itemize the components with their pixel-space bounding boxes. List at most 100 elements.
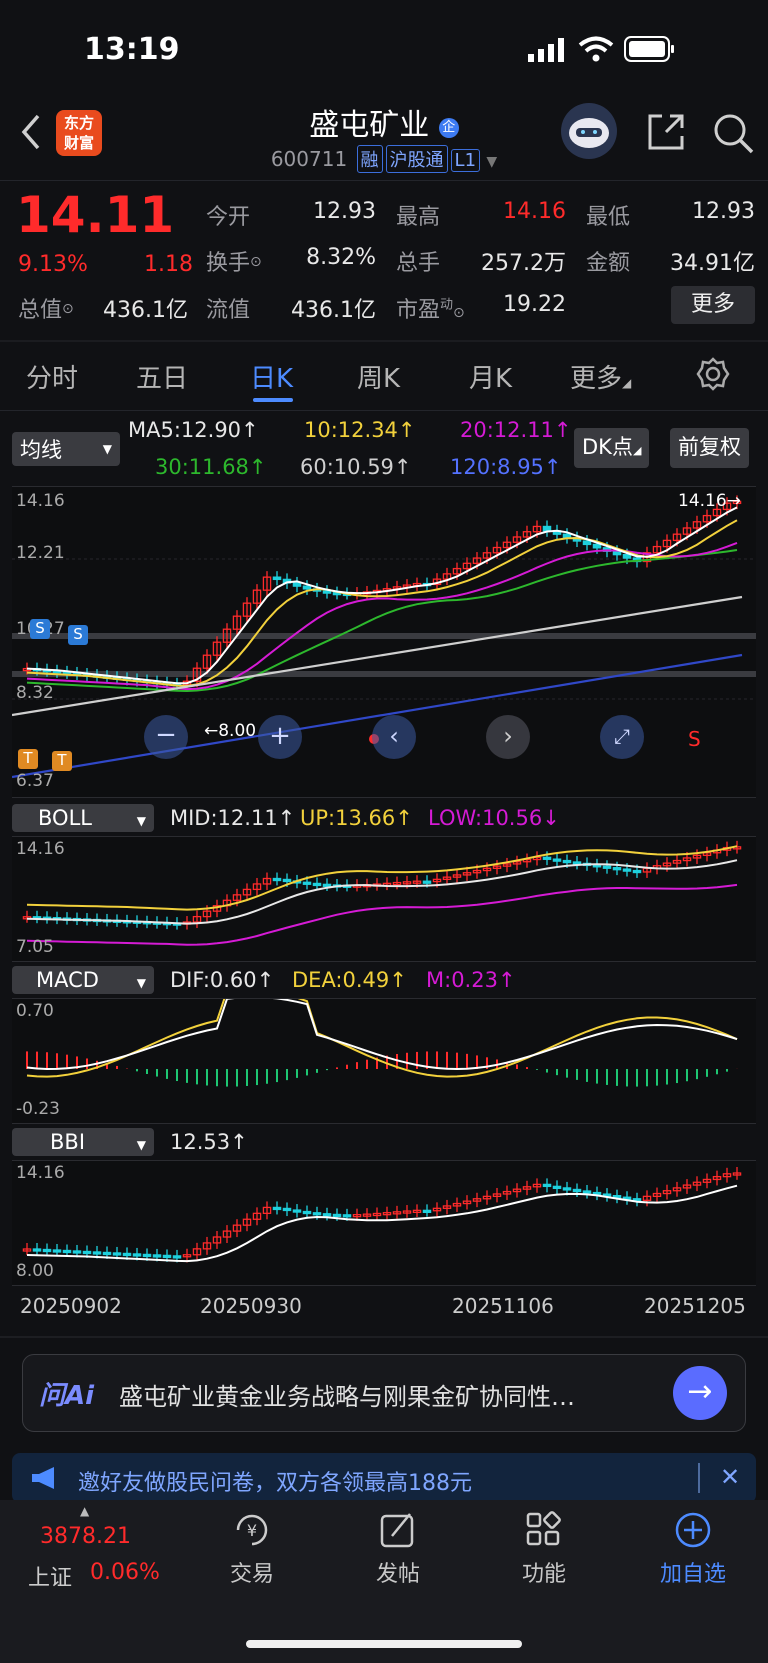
zoom-in-button[interactable]: + <box>258 715 302 759</box>
boll-mid: MID:12.11↑ <box>170 806 296 830</box>
pe-label: 市盈动⊙ <box>396 297 465 323</box>
promo-banner[interactable]: 邀好友做股民问卷，双方各领最高188元 ✕ <box>12 1453 756 1503</box>
bbi-candle <box>72 1250 82 1254</box>
boll-candle <box>422 880 432 884</box>
float-value: 436.1亿 <box>291 298 376 323</box>
search-icon[interactable] <box>712 112 756 156</box>
caret-up-icon: ▲ <box>80 1504 90 1518</box>
t-marker[interactable]: T <box>52 751 72 771</box>
ma60-line <box>12 595 743 717</box>
boll-candle <box>322 883 332 887</box>
tab-post[interactable]: 发帖 <box>362 1510 434 1588</box>
arrow-right-icon[interactable]: → <box>673 1366 727 1420</box>
tab-weekly-k[interactable]: 周K <box>357 358 400 395</box>
tab-trade[interactable]: ¥ 交易 <box>216 1510 288 1588</box>
bbi-candle <box>142 1253 152 1258</box>
boll-up: UP:13.66↑ <box>300 806 413 830</box>
s-marker[interactable]: S <box>30 619 50 639</box>
high-value: 14.16 <box>503 199 566 224</box>
ma60-value: 60:10.59↑ <box>300 455 412 479</box>
bbi-candle <box>82 1250 92 1255</box>
ma30-value: 30:11.68↑ <box>155 455 267 479</box>
bbi-value: 12.53↑ <box>170 1130 248 1154</box>
info-icon[interactable]: ⊙ <box>62 301 74 317</box>
robot-avatar[interactable] <box>561 103 617 159</box>
change-value: 1.18 <box>144 252 193 277</box>
close-icon[interactable]: ✕ <box>720 1463 740 1491</box>
boll-up-line <box>26 845 738 911</box>
tab-indicator <box>253 398 293 402</box>
k-candle <box>622 554 632 559</box>
edit-icon <box>380 1513 414 1548</box>
high-marker: 14.16→ <box>678 491 741 511</box>
ask-ai-bar[interactable]: 问Ai 盛屯矿业黄金业务战略与刚果金矿协同性… → <box>22 1354 746 1432</box>
wifi-icon <box>578 36 614 62</box>
bbi-candle <box>332 1213 342 1218</box>
boll-candle <box>562 859 572 864</box>
bbi-candle <box>122 1252 132 1257</box>
tab-daily-k[interactable]: 日K <box>250 358 293 395</box>
dk-point-button[interactable]: DK点◢ <box>574 428 650 468</box>
info-icon[interactable]: ⊙ <box>250 254 262 270</box>
home-indicator <box>246 1640 522 1648</box>
mktcap-label: 总值⊙ <box>18 298 74 323</box>
share-icon[interactable] <box>646 112 686 152</box>
boll-selector[interactable]: BOLL ▼ <box>12 804 154 832</box>
macd-selector[interactable]: MACD ▼ <box>12 966 154 994</box>
tab-five-day[interactable]: 五日 <box>136 358 188 395</box>
boll-chart[interactable]: 14.16 7.05 <box>12 836 756 962</box>
bbi-selector[interactable]: BBI ▼ <box>12 1128 154 1156</box>
k-candle <box>302 585 312 590</box>
scroll-right-button[interactable]: › <box>486 715 530 759</box>
tab-add-watchlist[interactable]: 加自选 <box>648 1510 738 1588</box>
s-label[interactable]: S <box>688 727 701 751</box>
macd-m: M:0.23↑ <box>426 968 516 992</box>
low-marker: ←8.00 <box>204 721 257 741</box>
current-price: 14.11 <box>16 186 175 244</box>
divider <box>698 1463 700 1493</box>
scroll-left-button[interactable]: ‹ <box>372 715 416 759</box>
macd-chart[interactable]: 0.70 -0.23 <box>12 998 756 1124</box>
kline-chart[interactable]: 14.16 12.21 10.27 8.32 6.37 14.16→ ←8.00… <box>12 486 756 798</box>
fullscreen-button[interactable]: ⤢ <box>600 715 644 759</box>
bbi-axis-bottom: 8.00 <box>16 1261 54 1281</box>
volume-value: 257.2万 <box>481 251 566 276</box>
t-marker[interactable]: T <box>18 749 38 769</box>
tab-more[interactable]: 更多◢ <box>570 358 631 395</box>
signal-icon <box>528 38 564 62</box>
add-circle-icon <box>675 1512 711 1548</box>
tab-functions[interactable]: 功能 <box>508 1510 580 1588</box>
boll-candle <box>282 878 292 883</box>
bbi-chart[interactable]: 14.16 8.00 <box>12 1160 756 1286</box>
ma-selector[interactable]: 均线 ▼ <box>12 432 120 466</box>
s-marker[interactable]: S <box>68 625 88 645</box>
bbi-candle <box>322 1213 332 1217</box>
boll-axis-bottom: 7.05 <box>16 937 54 957</box>
info-icon[interactable]: ⊙ <box>453 305 465 321</box>
bbi-candle <box>42 1248 52 1253</box>
boll-candle <box>572 861 582 865</box>
ma10-line <box>26 519 738 688</box>
axis-top: 14.16 <box>16 491 65 511</box>
robot-icon <box>569 118 609 148</box>
tab-monthly-k[interactable]: 月K <box>469 358 512 395</box>
tab-intraday[interactable]: 分时 <box>26 358 78 395</box>
divider <box>0 340 768 342</box>
boll-candle <box>272 877 282 882</box>
date-label: 20250930 <box>200 1294 302 1318</box>
adjust-button[interactable]: 前复权 <box>670 428 749 468</box>
bbi-candle <box>562 1187 572 1191</box>
settings-icon[interactable] <box>695 356 731 392</box>
index-change[interactable]: 0.06% <box>90 1560 160 1585</box>
index-name[interactable]: 上证 <box>28 1560 72 1592</box>
bbi-candle <box>62 1249 72 1254</box>
index-value[interactable]: 3878.21 <box>40 1524 131 1549</box>
banner-text: 邀好友做股民问卷，双方各领最高188元 <box>78 1471 472 1496</box>
zoom-out-button[interactable]: − <box>144 715 188 759</box>
axis-bottom: 6.37 <box>16 771 54 791</box>
bbi-candle <box>302 1210 312 1215</box>
volume-label: 总手 <box>396 251 441 276</box>
k-candle <box>292 582 302 587</box>
ma5-value: MA5:12.90↑ <box>128 418 259 442</box>
more-button[interactable]: 更多 <box>671 286 755 324</box>
